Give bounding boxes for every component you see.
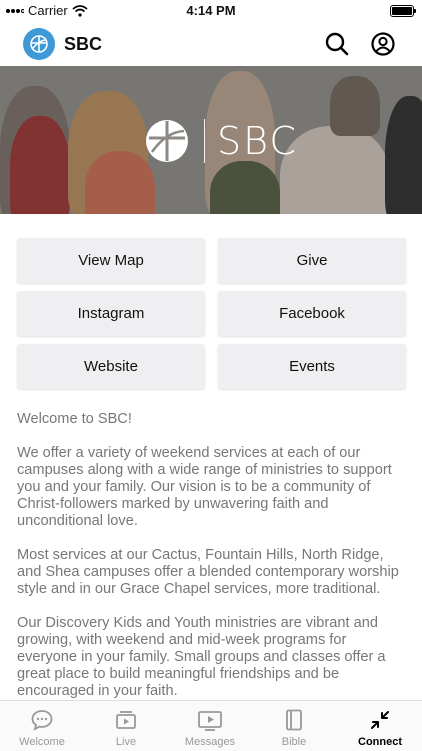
book-icon	[286, 709, 302, 731]
paragraph: We offer a variety of weekend services a…	[17, 445, 392, 529]
battery-icon	[390, 5, 416, 17]
events-button[interactable]: Events	[218, 344, 406, 389]
tab-bible[interactable]: Bible	[252, 701, 336, 751]
tab-label: Welcome	[19, 736, 65, 748]
instagram-button[interactable]: Instagram	[17, 291, 205, 336]
hero-banner: SBC	[0, 66, 422, 214]
tab-live[interactable]: Live	[84, 701, 168, 751]
tab-connect[interactable]: Connect	[338, 701, 422, 751]
collapse-arrows-icon	[371, 711, 389, 729]
facebook-button[interactable]: Facebook	[218, 291, 406, 336]
welcome-heading: Welcome to SBC!	[17, 411, 132, 427]
status-time: 4:14 PM	[186, 3, 236, 18]
status-bar: Carrier 4:14 PM	[0, 0, 422, 22]
website-button[interactable]: Website	[17, 344, 205, 389]
app-header: SBC	[0, 22, 422, 66]
welcome-content: Welcome to SBC! We offer a variety of we…	[17, 411, 409, 717]
tab-label: Bible	[281, 736, 307, 748]
hero-logo-icon	[146, 120, 188, 162]
tab-label: Connect	[358, 736, 402, 748]
tab-welcome[interactable]: Welcome	[0, 701, 84, 751]
app-logo-icon	[23, 28, 55, 60]
view-map-button[interactable]: View Map	[17, 238, 205, 283]
hero-logo-text: SBC	[204, 119, 298, 163]
search-icon[interactable]	[324, 31, 350, 57]
give-button[interactable]: Give	[218, 238, 406, 283]
app-title: SBC	[64, 34, 103, 54]
paragraph: Most services at our Cactus, Fountain Hi…	[17, 547, 399, 597]
hero-logo: SBC	[144, 118, 298, 164]
tab-label: Messages	[184, 736, 236, 748]
paragraph: Our Discovery Kids and Youth ministries …	[17, 615, 386, 699]
live-video-icon	[116, 711, 136, 729]
tab-label: Live	[115, 736, 137, 748]
tab-bar: Welcome Live Messages Bible Connect	[0, 700, 422, 751]
tab-messages[interactable]: Messages	[168, 701, 252, 751]
chat-bubble-icon	[31, 710, 53, 731]
account-icon[interactable]	[370, 31, 396, 57]
play-screen-icon	[198, 711, 222, 731]
